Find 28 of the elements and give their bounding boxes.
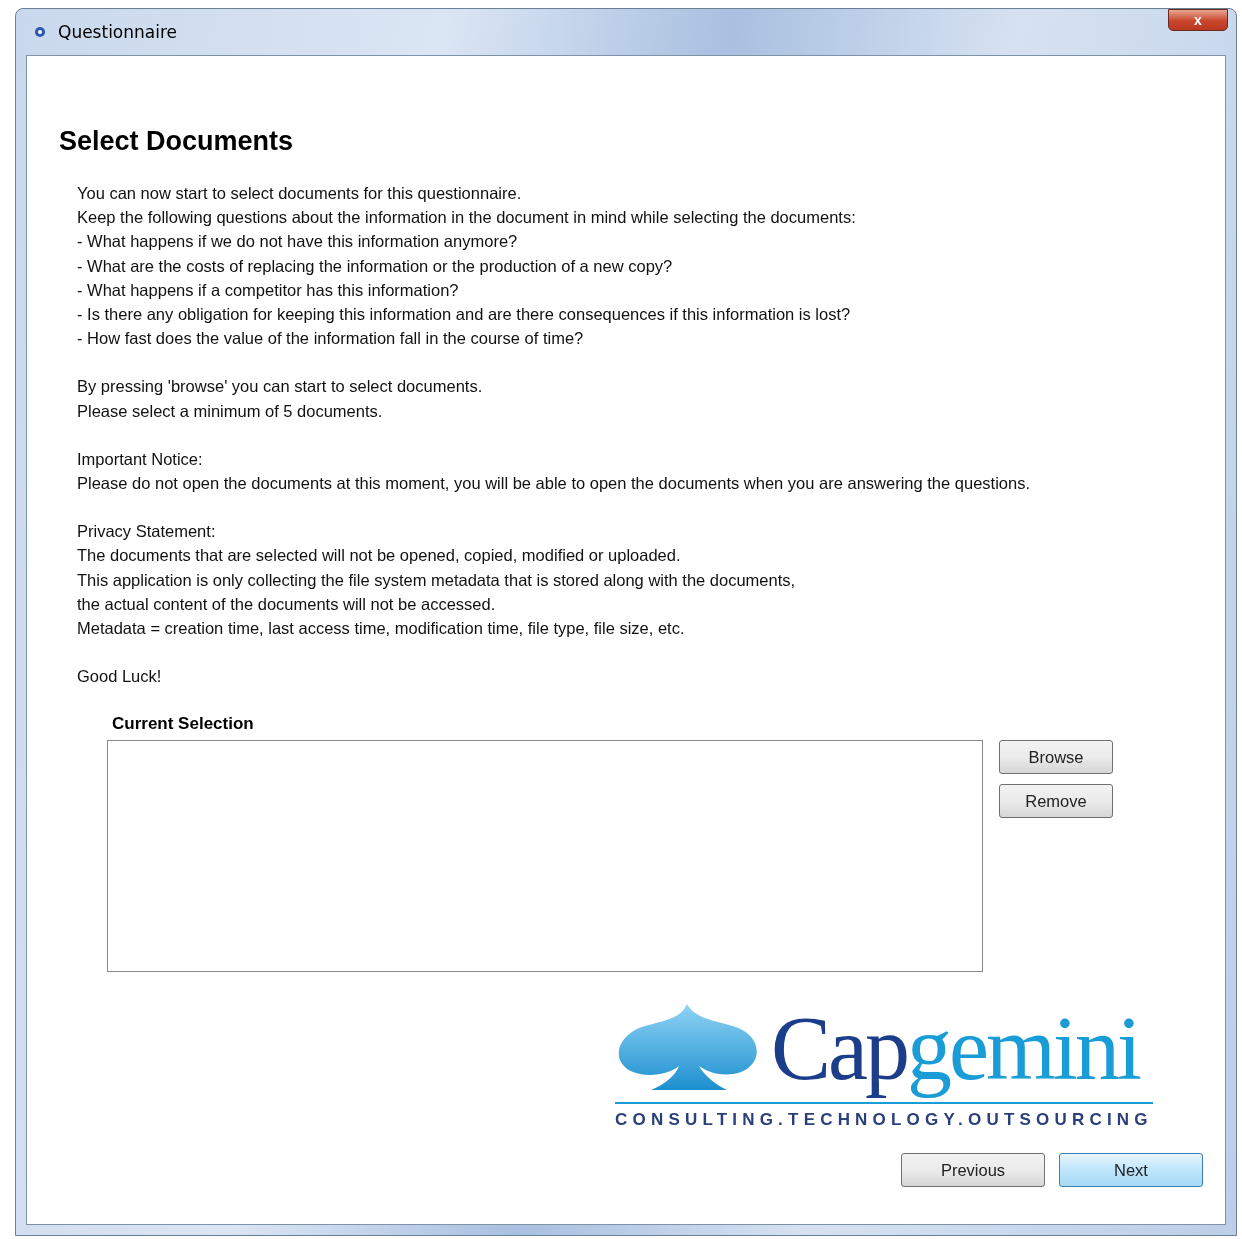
window-title: Questionnaire	[58, 22, 178, 42]
instruction-line: Good Luck!	[77, 666, 163, 688]
instruction-line: - What are the costs of replacing the information or the production of a new copy?	[77, 255, 674, 277]
previous-button[interactable]: Previous	[901, 1153, 1045, 1188]
app-icon	[34, 26, 46, 38]
browse-button[interactable]: Browse	[999, 740, 1113, 775]
instruction-line: - How fast does the value of the information fall in the course of time?	[77, 328, 585, 350]
instruction-line: This application is only collecting the file system metadata that is stored along with the documents,	[77, 569, 797, 591]
instruction-line: - Is there any obligation for keeping this information and are there consequences if this information is lost?	[77, 304, 852, 325]
page-heading: Select Documents	[59, 126, 295, 157]
instruction-line: The documents that are selected will not be opened, copied, modified or uploaded.	[77, 545, 682, 567]
instruction-line: Keep the following questions about the information in the document in mind while selecting the documents:	[77, 207, 857, 229]
instruction-line: - What happens if we do not have this information anymore?	[77, 231, 519, 253]
instruction-line: the actual content of the documents will not be accessed.	[77, 593, 497, 615]
remove-button[interactable]: Remove	[999, 784, 1113, 819]
selection-list[interactable]	[107, 740, 983, 973]
logo-tagline: CONSULTING.TECHNOLOGY.OUTSOURCING	[615, 1102, 1153, 1132]
instruction-line: Important Notice:	[77, 448, 204, 470]
section-label: Current Selection	[112, 714, 255, 735]
close-button[interactable]: x	[1168, 9, 1228, 31]
instruction-line: - What happens if a competitor has this information?	[77, 279, 460, 301]
next-button[interactable]: Next	[1059, 1153, 1203, 1188]
instruction-line: Privacy Statement:	[77, 521, 217, 543]
instruction-line: You can now start to select documents for this questionnaire.	[77, 183, 523, 204]
instruction-line: Please select a minimum of 5 documents.	[77, 400, 384, 422]
instruction-line: By pressing 'browse' you can start to select documents.	[77, 376, 484, 398]
instruction-line: Metadata = creation time, last access time, modification time, file type, file size, etc.	[77, 618, 686, 640]
instruction-line: Please do not open the documents at this moment, you will be able to open the documents when you are answering the questions.	[77, 473, 1031, 495]
